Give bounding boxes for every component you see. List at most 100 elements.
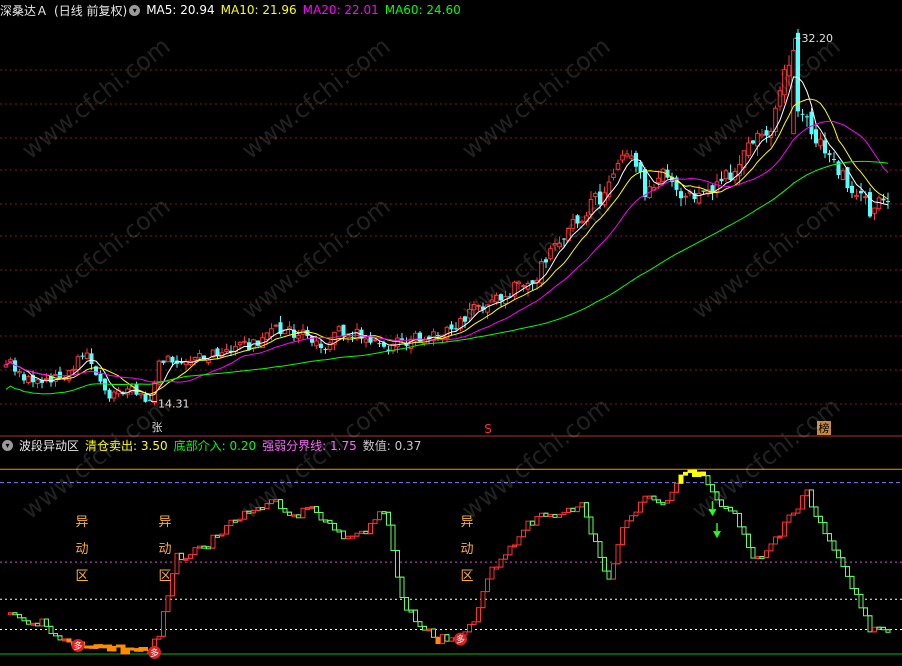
candle-body-up <box>372 339 378 342</box>
candle-body-down <box>823 140 827 154</box>
indicator-step <box>332 522 337 531</box>
candle-body-up <box>273 324 279 327</box>
indicator-step <box>161 611 166 637</box>
chart-stage: 32.20 14.31 张 S 榜异动区异动区异动区多多多 www.cfchi.com ww… <box>0 0 902 662</box>
zone-char: 动 <box>75 542 88 557</box>
candle-body-up <box>755 132 760 147</box>
watermark: www.cfchi.com <box>686 392 845 525</box>
watermark: www.cfchi.com <box>456 32 615 165</box>
indicator-step <box>107 644 112 652</box>
buy-badge: 多 <box>150 647 159 659</box>
candle-body-up <box>629 155 634 159</box>
indicator-step <box>48 625 54 635</box>
indicator-step <box>368 522 373 535</box>
candle-body-up <box>854 195 859 198</box>
candle-body-up <box>723 170 729 180</box>
candle-body-up <box>656 177 661 184</box>
candle-body-up <box>224 349 229 352</box>
stock-name[interactable]: 深桑达Ａ <box>0 2 48 19</box>
chevron-down-icon[interactable]: ▾ <box>129 4 141 16</box>
indicator-step <box>737 512 742 528</box>
indicator-step <box>597 541 603 558</box>
indicator-step <box>575 506 580 513</box>
indicator-step <box>57 635 63 641</box>
watermark: www.cfchi.com <box>16 192 175 325</box>
candle-body-down <box>58 371 62 378</box>
candle-body-up <box>660 168 666 182</box>
candle-body-up <box>683 195 688 198</box>
indicator-step <box>818 515 823 524</box>
indicator-step <box>440 634 445 645</box>
indicator-step <box>44 618 49 627</box>
candle-body-down <box>215 348 220 356</box>
indicator-step <box>444 634 450 642</box>
indicator-step <box>372 519 378 524</box>
indicator-step <box>701 471 706 477</box>
candle-body-up <box>111 391 117 399</box>
indicator-step <box>386 511 391 526</box>
candle-body-down <box>161 360 166 363</box>
candle-body-up <box>611 173 616 178</box>
indicator-step <box>786 514 792 523</box>
candle-body-up <box>84 352 90 360</box>
indicator-step <box>26 620 31 625</box>
indicator-step <box>813 506 819 517</box>
indicator-step <box>588 516 594 535</box>
candle-body-up <box>17 371 22 374</box>
candle-body-down <box>751 140 755 144</box>
zone-char: 区 <box>75 569 88 584</box>
indicator-step <box>705 475 711 486</box>
candle-body-up <box>264 332 270 340</box>
indicator-step <box>192 547 198 556</box>
ma5-label: MA5: 20.94 <box>146 3 215 17</box>
indicator-step <box>413 609 418 623</box>
candle-body-down <box>827 153 832 155</box>
indicator-step <box>764 550 769 559</box>
indicator-step <box>822 522 828 535</box>
candle-body-up <box>75 356 81 371</box>
indicator-step <box>503 554 508 560</box>
candle-body-up <box>3 364 9 368</box>
indicator-step <box>872 626 877 633</box>
indicator-step <box>516 536 522 546</box>
indicator-step <box>395 550 400 578</box>
candle-body-up <box>746 142 751 156</box>
sub-panel-title[interactable]: 波段异动区 <box>19 437 79 454</box>
candle-body-up <box>363 338 369 343</box>
candle-body-down <box>881 198 886 201</box>
candle-body-down <box>868 192 872 217</box>
candle-body-up <box>840 170 846 180</box>
candle-body-up <box>138 392 144 396</box>
candle-body-up <box>197 353 202 359</box>
watermark: www.cfchi.com <box>236 392 395 525</box>
candle-body-down <box>832 159 836 161</box>
indicator-step <box>507 545 513 556</box>
chevron-down-icon[interactable]: ▾ <box>2 439 13 451</box>
candle-body-down <box>107 389 112 399</box>
candle-body-down <box>859 190 863 194</box>
indicator-step <box>858 593 864 609</box>
indicator-step <box>831 540 837 551</box>
candle-body-down <box>454 328 458 330</box>
candle-body-down <box>679 191 683 199</box>
value-label: 数值: 0.37 <box>362 438 422 453</box>
candle-body-down <box>170 356 175 363</box>
watermark: www.cfchi.com <box>236 192 395 325</box>
stock-chart: 32.2014.31张 S 榜异动区异动区异动区多多多www.cfchi.com ww… <box>0 29 902 659</box>
sub-panel-header: ▾ 波段异动区 清仓卖出: 3.50 底部介入: 0.20 强弱分界线: 1.7… <box>0 436 427 454</box>
indicator-step <box>620 527 625 546</box>
strength-line-label: 强弱分界线: 1.75 <box>262 438 357 453</box>
period-label[interactable]: (日线 前复权) <box>54 2 127 19</box>
candle-body-down <box>800 113 805 115</box>
zone-char: 区 <box>460 569 473 584</box>
indicator-step <box>867 615 873 633</box>
indicator-step <box>188 554 193 559</box>
ma10-label: MA10: 21.96 <box>220 3 297 17</box>
indicator-step <box>827 533 832 542</box>
candle-body-up <box>26 376 31 383</box>
candle-body-up <box>242 340 247 343</box>
indicator-step <box>314 506 319 513</box>
s-marker: S <box>484 422 492 436</box>
indicator-step <box>638 501 643 513</box>
zone-char: 动 <box>460 542 473 557</box>
